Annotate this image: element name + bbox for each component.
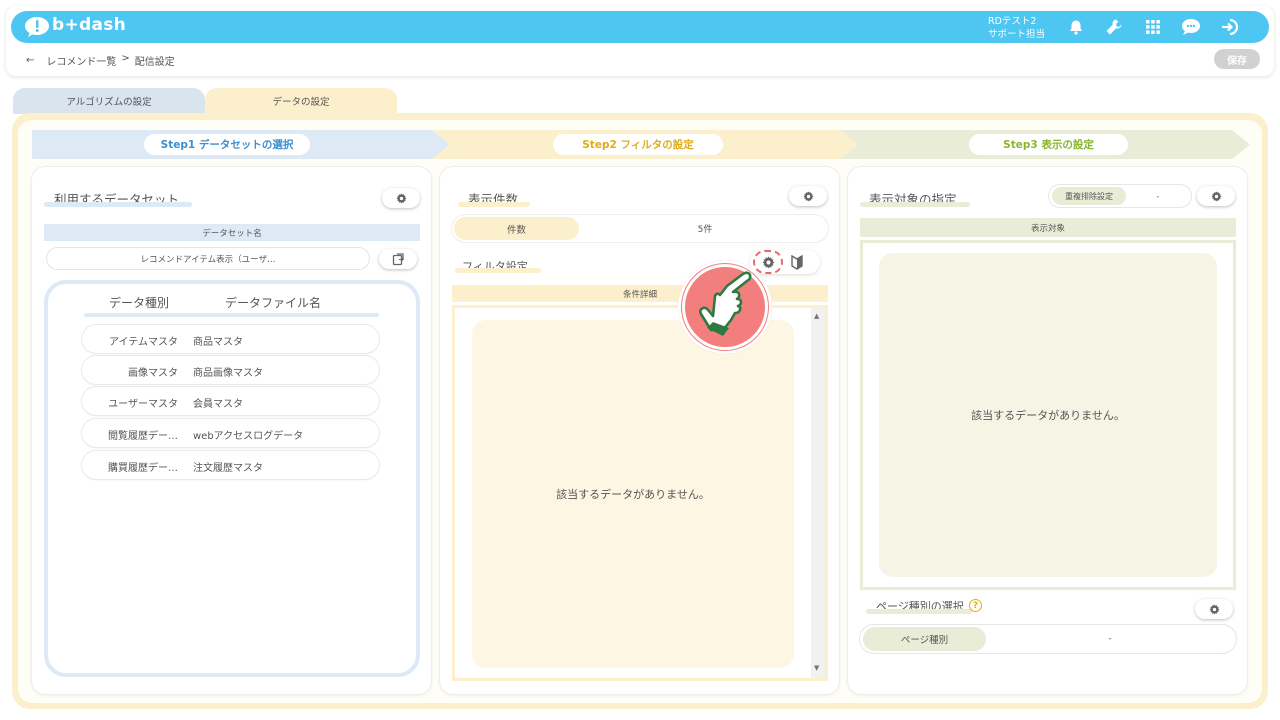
count-label: 件数 bbox=[454, 217, 579, 240]
user-name: RDテスト2 bbox=[988, 16, 1037, 27]
filter-settings-button[interactable] bbox=[753, 250, 783, 274]
title-underline bbox=[458, 202, 530, 207]
display-empty-message: 該当するデータがありません。 bbox=[879, 253, 1217, 577]
count-settings-button[interactable] bbox=[789, 186, 827, 206]
user-role: サポート担当 bbox=[988, 29, 1046, 40]
back-arrow-icon[interactable]: ← bbox=[26, 55, 34, 66]
dedup-value[interactable]: - bbox=[1130, 187, 1186, 205]
tab-algorithm-settings[interactable]: アルゴリズムの設定 bbox=[13, 88, 205, 114]
table-row[interactable]: ユーザーマスタ 会員マスタ bbox=[82, 387, 379, 415]
row-file: 会員マスタ bbox=[193, 399, 243, 410]
breadcrumb-parent[interactable]: レコメンド一覧 bbox=[46, 53, 116, 68]
row-file: 注文履歴マスタ bbox=[193, 463, 263, 474]
logo-icon[interactable] bbox=[24, 16, 50, 38]
breadcrumb-current: 配信設定 bbox=[134, 57, 175, 68]
title-underline bbox=[866, 609, 972, 614]
condition-header: 条件詳細 bbox=[452, 285, 828, 302]
condition-scrollbar[interactable] bbox=[811, 308, 825, 678]
step2-label[interactable]: Step2 フィルタの設定 bbox=[553, 134, 723, 155]
table-row[interactable]: アイテムマスタ 商品マスタ bbox=[82, 325, 379, 353]
gear-icon bbox=[1210, 190, 1222, 202]
page-type-settings-button[interactable] bbox=[1195, 599, 1233, 619]
logout-icon[interactable] bbox=[1219, 16, 1241, 38]
breadcrumb-separator: > bbox=[121, 53, 130, 64]
page-type-value[interactable]: - bbox=[995, 627, 1225, 651]
gear-icon bbox=[802, 190, 814, 202]
row-type: アイテムマスタ bbox=[109, 337, 178, 348]
gear-icon bbox=[395, 192, 407, 204]
row-file: 商品マスタ bbox=[193, 337, 243, 348]
col-header-file: データファイル名 bbox=[225, 296, 322, 310]
count-value[interactable]: 5件 bbox=[585, 217, 825, 240]
pointing-hand-icon bbox=[693, 270, 757, 336]
grid-icon[interactable] bbox=[1142, 16, 1164, 38]
gear-icon bbox=[1208, 603, 1220, 615]
app-logo[interactable]: b+dash bbox=[52, 15, 126, 35]
tab-data-settings[interactable]: データの設定 bbox=[205, 88, 397, 114]
row-type: 画像マスタ bbox=[128, 368, 178, 379]
display-settings-button[interactable] bbox=[1197, 186, 1235, 206]
page-type-label: ページ種別 bbox=[863, 627, 986, 651]
scroll-down-icon[interactable]: ▼ bbox=[814, 664, 819, 672]
row-type: 閲覧履歴デー… bbox=[108, 431, 178, 442]
col-header-underline bbox=[84, 313, 379, 317]
bell-icon[interactable] bbox=[1065, 16, 1087, 38]
swap-icon bbox=[392, 252, 405, 266]
step1-label[interactable]: Step1 データセットの選択 bbox=[144, 134, 310, 155]
dataset-settings-button[interactable] bbox=[382, 188, 420, 208]
dedup-label: 重複排除設定 bbox=[1052, 187, 1126, 205]
step3-label[interactable]: Step3 表示の設定 bbox=[969, 134, 1128, 155]
title-underline bbox=[860, 202, 970, 207]
table-row[interactable]: 画像マスタ 商品画像マスタ bbox=[82, 356, 379, 384]
row-type: 購買履歴デー… bbox=[108, 463, 178, 474]
save-button[interactable]: 保存 bbox=[1214, 49, 1260, 69]
row-type: ユーザーマスタ bbox=[108, 399, 178, 410]
dataset-change-button[interactable] bbox=[379, 249, 417, 269]
dataset-name-field[interactable]: レコメンドアイテム表示（ユーザ… bbox=[47, 248, 369, 269]
col-header-type: データ種別 bbox=[109, 296, 170, 310]
title-underline bbox=[44, 202, 192, 207]
chat-icon[interactable] bbox=[1180, 16, 1202, 38]
condition-empty-message: 該当するデータがありません。 bbox=[472, 320, 794, 668]
display-target-header: 表示対象 bbox=[860, 218, 1236, 237]
title-underline bbox=[455, 268, 541, 273]
dataset-name-header: データセット名 bbox=[44, 224, 420, 241]
scroll-up-icon[interactable]: ▲ bbox=[814, 312, 819, 320]
row-file: webアクセスログデータ bbox=[193, 431, 304, 442]
row-file: 商品画像マスタ bbox=[193, 368, 263, 379]
beginner-mark-icon[interactable] bbox=[788, 254, 806, 271]
table-row[interactable]: 閲覧履歴デー… webアクセスログデータ bbox=[82, 419, 379, 447]
wrench-icon[interactable] bbox=[1103, 16, 1125, 38]
table-row[interactable]: 購買履歴デー… 注文履歴マスタ bbox=[82, 451, 379, 479]
help-icon[interactable]: ? bbox=[969, 599, 982, 612]
breadcrumb: ← レコメンド一覧 > 配信設定 bbox=[26, 53, 175, 68]
gear-icon bbox=[762, 256, 775, 269]
